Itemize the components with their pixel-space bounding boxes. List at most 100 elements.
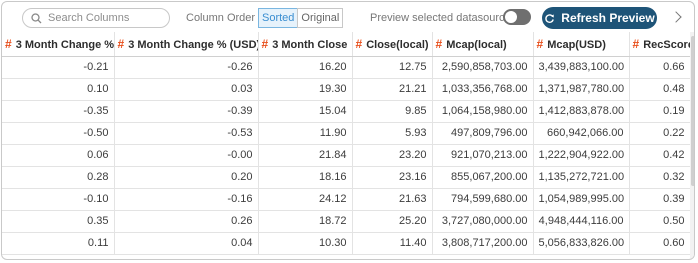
scrollbar-thumb[interactable] — [691, 36, 694, 186]
sorted-option[interactable]: Sorted — [258, 8, 299, 28]
table-cell: 1,064,158,980.00 — [431, 99, 534, 123]
refresh-preview-label: Refresh Preview — [561, 11, 655, 25]
table-cell: 855,067,200.00 — [431, 165, 534, 189]
table-cell: 24.12 — [257, 187, 353, 211]
table-cell: 9.85 — [351, 99, 433, 123]
column-header-label: Mcap(local) — [446, 38, 507, 51]
table-cell: 12.75 — [351, 55, 433, 79]
table-cell: 23.16 — [351, 165, 433, 189]
toolbar: Column Order Sorted Original Preview sel… — [2, 2, 694, 32]
table-cell: 0.06 — [2, 143, 115, 167]
column-header-label: Close(local) — [366, 38, 429, 51]
table-cell: 0.03 — [113, 77, 259, 101]
column-header-label: Mcap(USD) — [547, 38, 606, 51]
table-cell: -0.10 — [2, 187, 115, 211]
table-cell: -0.21 — [2, 55, 115, 79]
table-row: 0.35 0.26 18.72 25.20 3,727,080,000.00 4,948,… — [2, 209, 690, 233]
preview-datasource-label: Preview selected datasource — [370, 12, 511, 24]
column-header[interactable]: # RecScore — [628, 32, 690, 57]
collapse-chevron-icon[interactable] — [670, 11, 682, 23]
table-row: 0.28 0.20 18.16 23.16 855,067,200.00 1,135,27… — [2, 165, 690, 189]
table-cell: 0.35 — [2, 209, 115, 233]
table-cell: -0.53 — [113, 121, 259, 145]
numeric-type-icon: # — [435, 36, 443, 51]
table-row: 0.10 0.03 19.30 21.21 1,033,356,768.00 1,371,… — [2, 77, 690, 101]
table-cell: 0.26 — [113, 209, 259, 233]
numeric-type-icon: # — [261, 36, 269, 51]
table-cell: 21.21 — [351, 77, 433, 101]
numeric-type-icon: # — [536, 36, 544, 51]
column-header-label: 3 Month Change % — [15, 38, 114, 51]
table-cell: 0.10 — [2, 77, 115, 101]
table-cell: 25.20 — [351, 209, 433, 233]
preview-table-container[interactable]: #3 Month Change % #3 Month Change % (USD)… — [2, 32, 690, 259]
table-cell: 21.63 — [351, 187, 433, 211]
table-cell: 0.48 — [628, 77, 690, 101]
table-cell: 1,054,989,995.00 — [532, 187, 630, 211]
search-icon — [31, 12, 42, 23]
table-row: -0.10 -0.16 24.12 21.63 794,599,680.00 1,054,… — [2, 187, 690, 211]
table-cell: 15.04 — [257, 99, 353, 123]
search-input[interactable] — [48, 12, 158, 24]
table-cell: 0.28 — [2, 165, 115, 189]
table-cell: 497,809,796.00 — [431, 121, 534, 145]
table-cell: -0.16 — [113, 187, 259, 211]
table-cell: 19.30 — [257, 77, 353, 101]
table-cell: 0.66 — [628, 55, 690, 79]
numeric-type-icon: # — [632, 36, 640, 51]
table-cell: 4,948,444,116.00 — [532, 209, 630, 233]
table-cell: -0.50 — [2, 121, 115, 145]
table-cell: 3,439,883,100.00 — [532, 55, 630, 79]
table-cell: 5,056,833,826.00 — [532, 231, 630, 255]
numeric-type-icon: # — [355, 36, 363, 51]
table-cell: 3,808,717,200.00 — [431, 231, 534, 255]
column-header[interactable]: #3 Month Close — [257, 32, 353, 57]
table-cell: 0.60 — [628, 231, 690, 255]
column-header-label: 3 Month Change % (USD) — [128, 38, 258, 51]
table-cell: 0.50 — [628, 209, 690, 233]
column-order-toggle: Sorted Original — [258, 8, 344, 28]
table-cell: 1,222,904,922.00 — [532, 143, 630, 167]
original-option[interactable]: Original — [297, 8, 344, 28]
table-row: -0.35 -0.39 15.04 9.85 1,064,158,980.00 1,412… — [2, 99, 690, 123]
column-header[interactable]: # Mcap(USD) — [532, 32, 630, 57]
table-cell: 3,727,080,000.00 — [431, 209, 534, 233]
toggle-knob — [505, 11, 517, 23]
table-cell: 0.42 — [628, 143, 690, 167]
table-cell: 0.32 — [628, 165, 690, 189]
table-cell: 16.20 — [257, 55, 353, 79]
search-box[interactable] — [22, 8, 170, 28]
table-cell: 2,590,858,703.00 — [431, 55, 534, 79]
header-row: #3 Month Change % #3 Month Change % (USD)… — [2, 32, 690, 57]
refresh-icon — [545, 13, 555, 23]
table-cell: 21.84 — [257, 143, 353, 167]
table-row: 0.06 -0.00 21.84 23.20 921,070,213.00 1,222,9… — [2, 143, 690, 167]
column-header[interactable]: # Mcap(local) — [431, 32, 534, 57]
column-header[interactable]: #3 Month Change % (USD) — [113, 32, 259, 57]
column-header[interactable]: # Close(local) — [351, 32, 433, 57]
table-cell: -0.26 — [113, 55, 259, 79]
refresh-preview-button[interactable]: Refresh Preview — [542, 7, 657, 29]
column-order-label: Column Order — [186, 12, 256, 24]
table-cell: 5.93 — [351, 121, 433, 145]
table-cell: 0.22 — [628, 121, 690, 145]
table-cell: 1,033,356,768.00 — [431, 77, 534, 101]
numeric-type-icon: # — [117, 36, 125, 51]
table-cell: -0.00 — [113, 143, 259, 167]
table-cell: 660,942,066.00 — [532, 121, 630, 145]
column-preview-panel: Column Order Sorted Original Preview sel… — [1, 1, 695, 260]
table-cell: 11.90 — [257, 121, 353, 145]
table-cell: 0.19 — [628, 99, 690, 123]
vertical-scrollbar[interactable] — [690, 32, 694, 259]
table-cell: 794,599,680.00 — [431, 187, 534, 211]
table-cell: 18.72 — [257, 209, 353, 233]
table-cell: 0.20 — [113, 165, 259, 189]
table-cell: 23.20 — [351, 143, 433, 167]
column-header[interactable]: #3 Month Change % — [2, 32, 115, 57]
preview-toggle[interactable] — [503, 9, 531, 25]
table-cell: -0.39 — [113, 99, 259, 123]
table-cell: 1,135,272,721.00 — [532, 165, 630, 189]
table-row: 0.11 0.04 10.30 11.40 3,808,717,200.00 5,056,… — [2, 231, 690, 255]
table-cell: 11.40 — [351, 231, 433, 255]
table-cell: -0.35 — [2, 99, 115, 123]
